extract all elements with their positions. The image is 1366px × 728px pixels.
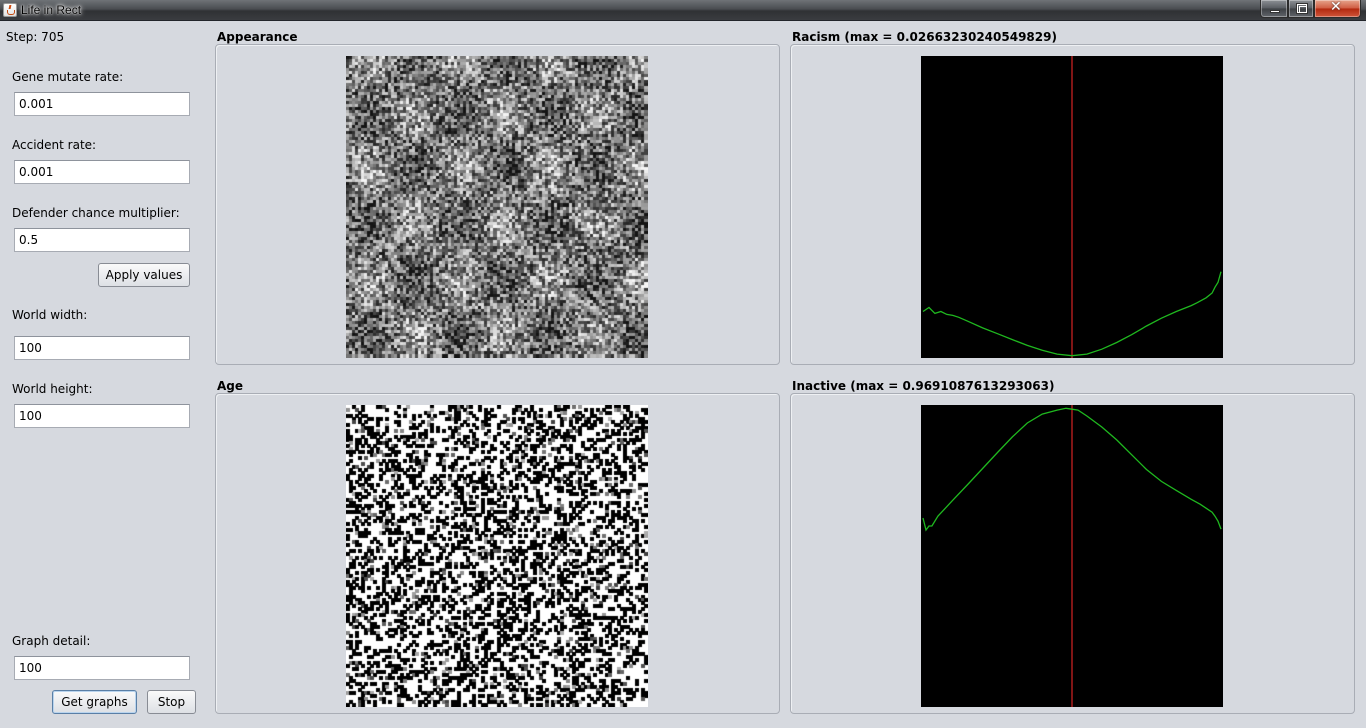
close-button[interactable]: ✕ [1314,0,1361,18]
accident-rate-input[interactable] [14,160,190,184]
world-width-input[interactable] [14,336,190,360]
maximize-button[interactable] [1288,0,1314,18]
accident-rate-label: Accident rate: [12,138,97,152]
get-graphs-button[interactable]: Get graphs [52,690,137,714]
inactive-graph [921,405,1223,707]
graph-detail-label: Graph detail: [12,634,91,648]
racism-graph [921,56,1223,358]
racism-graph-plot [922,56,1222,358]
inactive-graph-plot [922,405,1222,707]
appearance-grid [346,56,648,358]
apply-values-button[interactable]: Apply values [98,263,190,287]
defender-chance-multiplier-input[interactable] [14,228,190,252]
racism-panel-title: Racism (max = 0.02663230240549829) [792,30,1057,44]
appearance-panel-title: Appearance [217,30,298,44]
world-height-input[interactable] [14,404,190,428]
defender-chance-multiplier-label: Defender chance multiplier: [12,206,180,220]
maximize-icon [1297,4,1307,13]
minimize-icon [1270,10,1280,13]
graph-detail-input[interactable] [14,656,190,680]
stop-button[interactable]: Stop [147,690,196,714]
gene-mutate-rate-input[interactable] [14,92,190,116]
minimize-button[interactable] [1260,0,1288,18]
window-title-bar[interactable]: Life in Rect ✕ [0,0,1366,21]
java-app-icon [3,3,17,17]
inactive-panel-title: Inactive (max = 0.9691087613293063) [792,379,1055,393]
step-counter: Step: 705 [6,30,65,44]
age-grid [346,405,648,707]
age-panel-title: Age [217,379,244,393]
gene-mutate-rate-label: Gene mutate rate: [12,70,124,84]
world-height-label: World height: [12,382,93,396]
close-icon: ✕ [1330,0,1342,15]
window-title: Life in Rect [21,3,82,17]
world-width-label: World width: [12,308,88,322]
